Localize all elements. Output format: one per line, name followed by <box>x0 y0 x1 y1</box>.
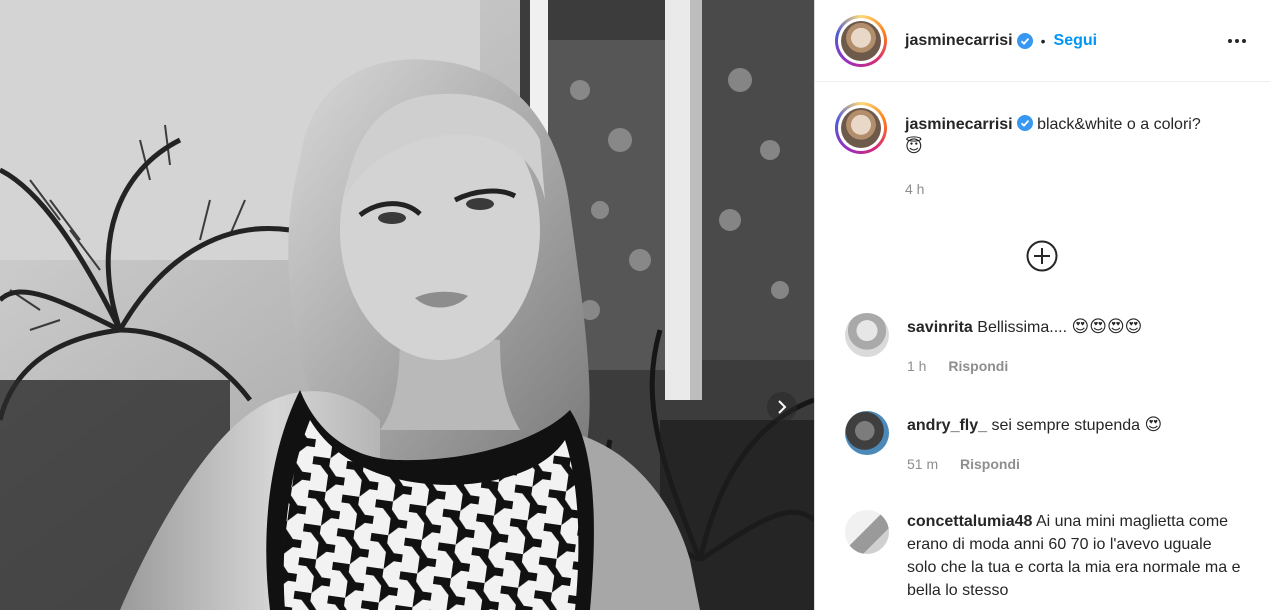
comment-username[interactable]: savinrita <box>907 319 973 336</box>
post-caption: jasminecarrisi black&white o a colori? 😇… <box>835 102 1255 197</box>
comment-item: savinrita Bellissima.... 😍😍😍😍 1 h Rispon… <box>845 313 1245 374</box>
caption-username[interactable]: jasminecarrisi <box>905 116 1013 133</box>
next-photo-button[interactable] <box>767 392 797 422</box>
more-options-icon[interactable] <box>1222 33 1252 49</box>
comment-emoji: 😍😍😍😍 <box>1071 317 1143 337</box>
comment-username[interactable]: concettalumia48 <box>907 513 1032 530</box>
comment-username[interactable]: andry_fly_ <box>907 417 987 434</box>
post-side-panel: jasminecarrisi • Segui jasminecarrisi bl… <box>814 0 1270 610</box>
verified-badge-icon <box>1016 32 1033 49</box>
caption-emoji: 😇 <box>905 137 923 157</box>
photo-illustration <box>0 0 814 610</box>
comment-timestamp[interactable]: 51 m <box>907 456 938 472</box>
comment-text: Bellissima.... <box>977 319 1068 336</box>
follow-button[interactable]: Segui <box>1054 32 1098 50</box>
author-username[interactable]: jasminecarrisi <box>905 32 1013 50</box>
commenter-avatar[interactable] <box>845 411 889 455</box>
caption-author-avatar[interactable] <box>835 102 887 154</box>
commenter-avatar[interactable] <box>845 313 889 357</box>
comment-emoji: 😍 <box>1144 415 1163 435</box>
post-photo[interactable] <box>0 0 814 610</box>
caption-text-block: jasminecarrisi black&white o a colori? 😇 <box>905 102 1245 159</box>
post-header: jasminecarrisi • Segui <box>815 0 1270 82</box>
comment-item: concettalumia48 Ai una mini maglietta co… <box>845 510 1245 602</box>
chevron-right-icon <box>778 400 787 414</box>
author-avatar[interactable] <box>835 14 887 67</box>
reply-button[interactable]: Rispondi <box>960 456 1020 472</box>
commenter-avatar[interactable] <box>845 510 889 554</box>
caption-text: black&white o a colori? <box>1037 116 1201 133</box>
separator-dot: • <box>1040 32 1046 49</box>
reply-button[interactable]: Rispondi <box>948 358 1008 374</box>
caption-timestamp[interactable]: 4 h <box>905 181 1255 197</box>
comment-item: andry_fly_ sei sempre stupenda 😍 51 m Ri… <box>845 411 1245 472</box>
verified-badge-icon <box>1016 115 1033 131</box>
plus-circle-icon[interactable] <box>1026 240 1058 272</box>
comment-timestamp[interactable]: 1 h <box>907 358 926 374</box>
comment-text: sei sempre stupenda <box>991 417 1141 434</box>
